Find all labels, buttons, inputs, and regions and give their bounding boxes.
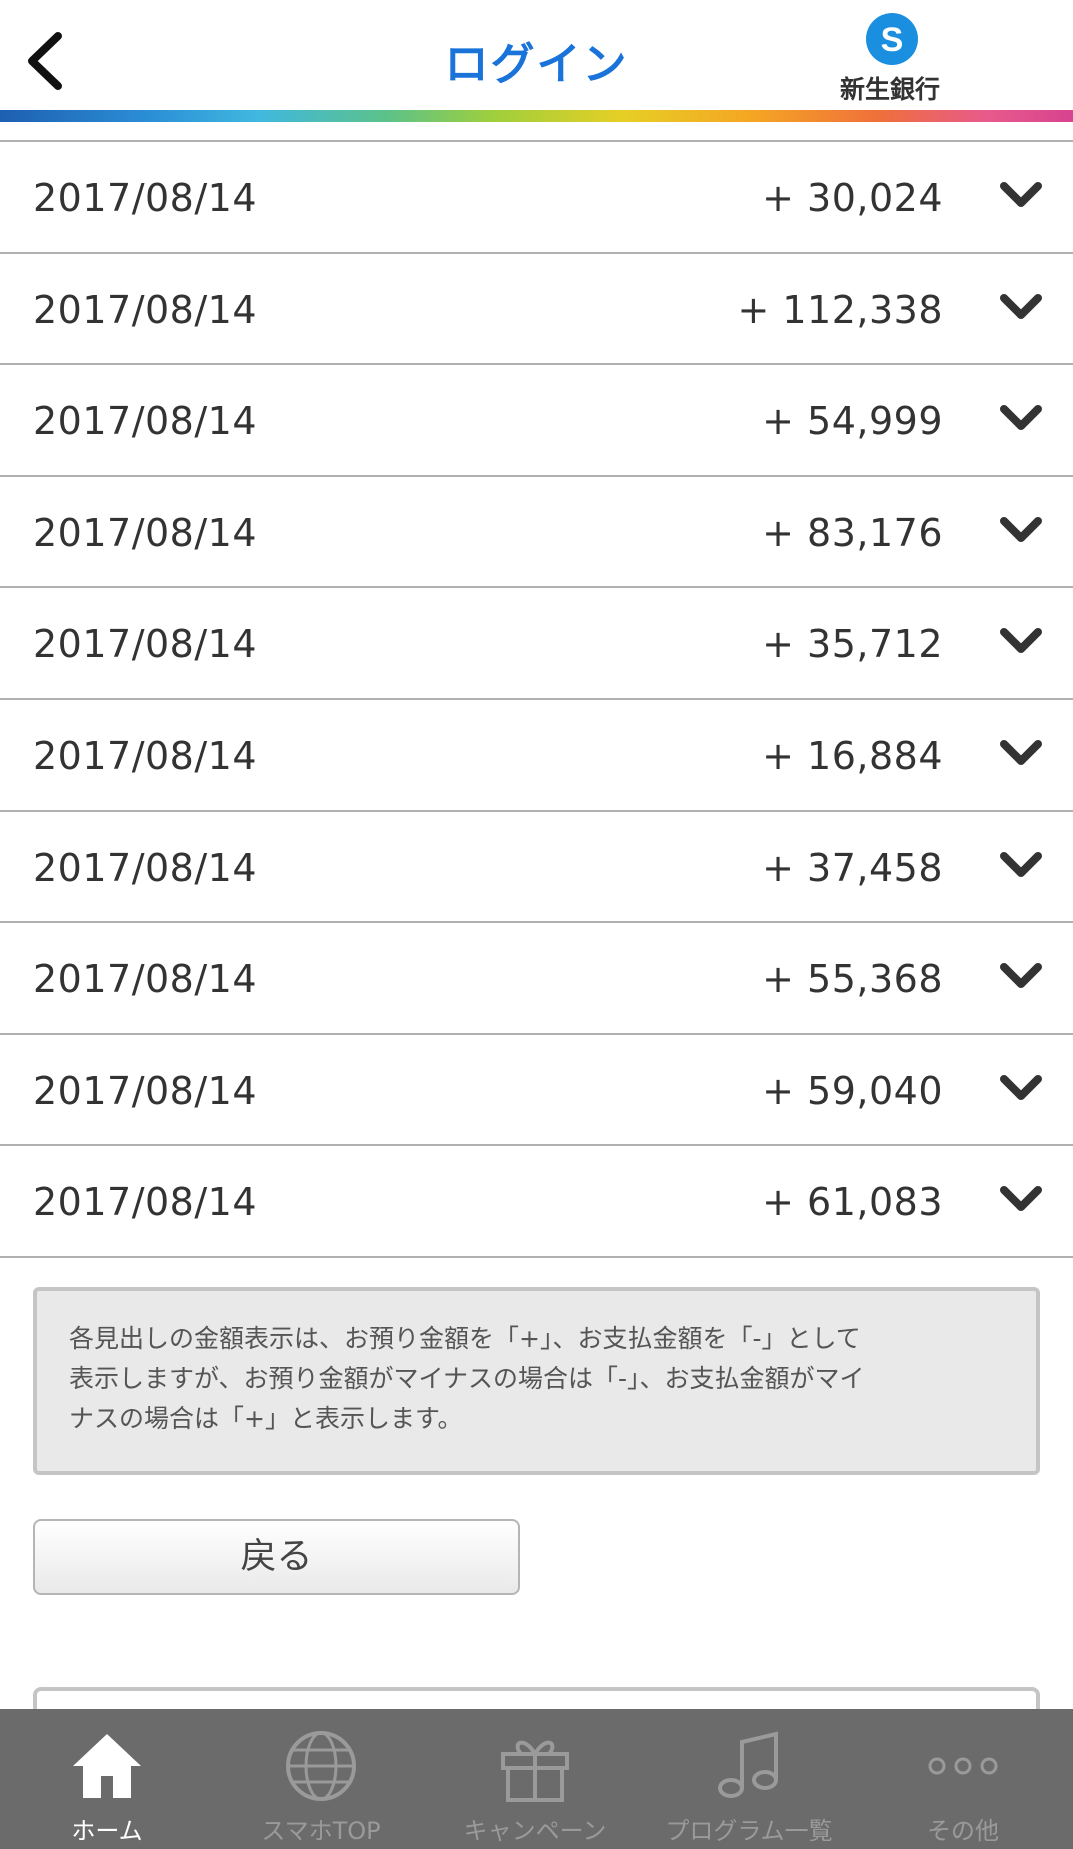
shinsei-logo-mark-icon: S (865, 12, 919, 66)
transaction-row[interactable]: 2017/08/14 + 55,368 (0, 923, 1073, 1035)
transaction-row[interactable]: 2017/08/14 + 16,884 (0, 700, 1073, 812)
transaction-row[interactable]: 2017/08/14 + 61,083 (0, 1146, 1073, 1258)
app-header: ログイン S 新生銀行 (0, 0, 1073, 122)
transaction-amount: + 55,368 (762, 957, 943, 1002)
back-button[interactable]: 戻る (33, 1519, 520, 1595)
transaction-amount: + 30,024 (762, 176, 943, 220)
chevron-down-icon[interactable] (999, 1071, 1043, 1105)
rainbow-divider (0, 110, 1073, 122)
note-line: 表示しますが、お預り金額がマイナスの場合は「-」、お支払金額がマイ (69, 1364, 865, 1393)
transaction-row[interactable]: 2017/08/14 + 112,338 (0, 254, 1073, 366)
amount-display-note: 各見出しの金額表示は、お預り金額を「+」、お支払金額を「-」として 表示しますが… (33, 1287, 1040, 1475)
transaction-row[interactable]: 2017/08/14 + 83,176 (0, 477, 1073, 589)
chevron-down-icon[interactable] (999, 513, 1043, 547)
more-dots-icon (856, 1725, 1070, 1807)
transaction-amount: + 16,884 (762, 733, 943, 778)
chevron-down-icon[interactable] (999, 624, 1043, 658)
transaction-date: 2017/08/14 (33, 845, 258, 890)
gift-icon (428, 1725, 642, 1807)
chevron-down-icon[interactable] (999, 1182, 1043, 1216)
chevron-down-icon[interactable] (999, 959, 1043, 993)
transaction-date: 2017/08/14 (33, 287, 258, 332)
tab-label: キャンペーン (463, 1817, 607, 1845)
transaction-amount: + 54,999 (762, 399, 943, 444)
note-line: ナスの場合は「+」と表示します。 (69, 1404, 463, 1433)
chevron-down-icon[interactable] (999, 736, 1043, 770)
tab-smartphone-top[interactable]: スマホTOP (214, 1709, 428, 1849)
tab-label: その他 (927, 1817, 999, 1845)
transaction-amount: + 112,338 (737, 287, 943, 332)
chevron-down-icon[interactable] (999, 178, 1043, 212)
transaction-date: 2017/08/14 (33, 399, 258, 444)
transaction-list: 2017/08/14 + 30,024 2017/08/14 + 112,338 201… (0, 140, 1073, 1258)
transaction-date: 2017/08/14 (33, 176, 258, 220)
transaction-row[interactable]: 2017/08/14 + 30,024 (0, 142, 1073, 254)
transaction-date: 2017/08/14 (33, 510, 258, 555)
transaction-amount: + 59,040 (762, 1068, 943, 1113)
chevron-down-icon[interactable] (999, 848, 1043, 882)
tab-program-list[interactable]: プログラム一覧 (642, 1709, 856, 1849)
transaction-amount: + 35,712 (762, 622, 943, 667)
transaction-amount: + 83,176 (762, 510, 943, 555)
music-note-icon (642, 1725, 856, 1807)
transaction-row[interactable]: 2017/08/14 + 37,458 (0, 812, 1073, 924)
tab-other[interactable]: その他 (856, 1709, 1070, 1849)
bottom-tab-bar: ホーム スマホTOP キャンペーン プログラム一覧 その他 (0, 1709, 1073, 1849)
tab-label: スマホTOP (261, 1817, 381, 1845)
transaction-date: 2017/08/14 (33, 733, 258, 778)
transaction-date: 2017/08/14 (33, 957, 258, 1002)
chevron-down-icon[interactable] (999, 290, 1043, 324)
note-line: 各見出しの金額表示は、お預り金額を「+」、お支払金額を「-」として (69, 1324, 861, 1353)
transaction-date: 2017/08/14 (33, 622, 258, 667)
transaction-date: 2017/08/14 (33, 1068, 258, 1113)
logo-text: 新生銀行 (839, 75, 940, 104)
shinsei-bank-logo: S 新生銀行 (830, 8, 950, 104)
transaction-row[interactable]: 2017/08/14 + 59,040 (0, 1035, 1073, 1147)
transaction-row[interactable]: 2017/08/14 + 35,712 (0, 588, 1073, 700)
tab-campaign[interactable]: キャンペーン (428, 1709, 642, 1849)
tab-label: プログラム一覧 (665, 1817, 833, 1845)
transaction-date: 2017/08/14 (33, 1180, 258, 1225)
home-icon (0, 1725, 214, 1807)
tab-label: ホーム (71, 1817, 143, 1845)
transaction-amount: + 61,083 (762, 1180, 943, 1225)
globe-www-icon (214, 1725, 428, 1807)
tab-home[interactable]: ホーム (0, 1709, 214, 1849)
chevron-down-icon[interactable] (999, 401, 1043, 435)
svg-text:S: S (881, 21, 904, 59)
transaction-row[interactable]: 2017/08/14 + 54,999 (0, 365, 1073, 477)
transaction-amount: + 37,458 (762, 845, 943, 890)
